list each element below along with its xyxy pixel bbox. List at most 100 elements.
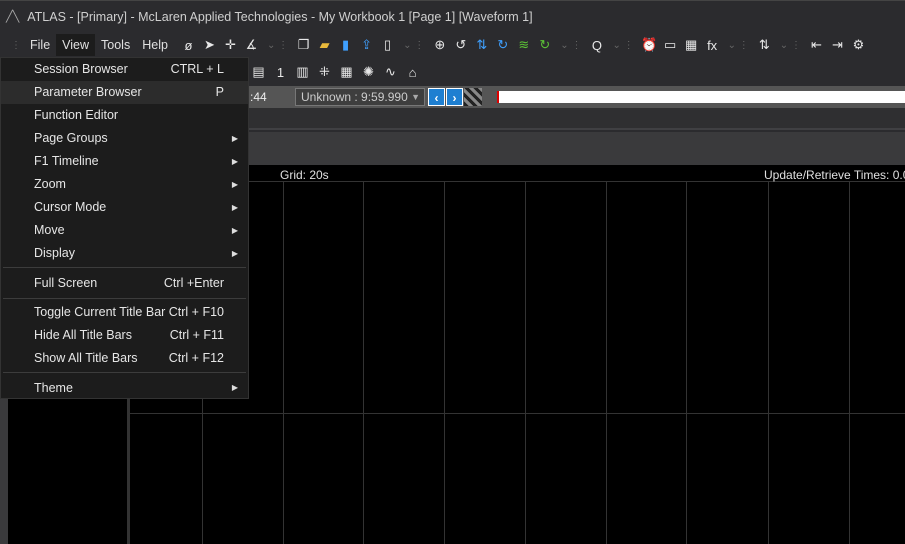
grid-label: Grid: 20s bbox=[280, 168, 329, 182]
submenu-arrow-icon: ▶ bbox=[231, 203, 238, 212]
redo-icon[interactable]: ↻ bbox=[494, 37, 511, 53]
toolbar-separator: ⌄ ⋮ bbox=[266, 39, 289, 51]
copy-page-icon[interactable]: ❐ bbox=[295, 37, 312, 53]
step-forward-icon[interactable]: ⇥ bbox=[829, 37, 846, 53]
swap-icon[interactable]: ⇅ bbox=[473, 37, 490, 53]
hide-icon[interactable]: ø bbox=[180, 38, 197, 53]
secondary-toolbar: ▤ 1 ▥ ⁜ ▦ ✺ ∿ ⌂ bbox=[250, 60, 421, 84]
line-chart-icon[interactable]: ∿ bbox=[382, 64, 399, 80]
submenu-arrow-icon: ▶ bbox=[231, 383, 238, 392]
waveform-icon[interactable]: ≋ bbox=[515, 37, 532, 53]
menu-item-shortcut: CTRL + L bbox=[170, 62, 224, 76]
window-title: ATLAS - [Primary] - McLaren Applied Tech… bbox=[27, 9, 533, 24]
menu-item-label: Display bbox=[34, 246, 75, 260]
query-icon[interactable]: Q bbox=[588, 38, 605, 53]
menu-item-label: Hide All Title Bars bbox=[34, 328, 132, 342]
pattern-toggle-button[interactable] bbox=[464, 88, 482, 106]
timeline-track[interactable] bbox=[497, 91, 905, 103]
menu-separator bbox=[3, 267, 246, 268]
menu-item-page-groups[interactable]: Page Groups ▶ bbox=[1, 127, 248, 150]
menu-bar: ⋮ File View Tools Help ø ➤ ✛ ∡ ⌄ ⋮ ❐ ▰ ▮ ⇪ ▯ ⌄ ⋮ ⊕ ↺… bbox=[0, 32, 905, 58]
menu-item-shortcut: Ctrl + F12 bbox=[168, 351, 224, 365]
grid-line-vertical bbox=[849, 182, 850, 544]
submenu-arrow-icon: ▶ bbox=[231, 249, 238, 258]
calendar-icon[interactable]: ▥ bbox=[294, 64, 311, 80]
database-icon[interactable]: ▭ bbox=[662, 37, 679, 53]
undo-icon[interactable]: ↺ bbox=[452, 37, 469, 53]
menu-item-theme[interactable]: Theme ▶ bbox=[1, 375, 248, 401]
main-toolbar: ø ➤ ✛ ∡ ⌄ ⋮ ❐ ▰ ▮ ⇪ ▯ ⌄ ⋮ ⊕ ↺ ⇅ ↻ ≋ ↻ ⌄ ⋮ Q ⌄ ⋮ ⏰ ▭ ▦ fx ⌄ ⋮ ⇅ ⌄ ⋮… bbox=[180, 37, 867, 53]
menu-help[interactable]: Help bbox=[136, 34, 174, 56]
pointer-icon[interactable]: ➤ bbox=[201, 37, 218, 53]
toolbar-separator: ⌄ ⋮ bbox=[779, 39, 801, 51]
toolbar-separator: ⌄ ⋮ bbox=[612, 39, 634, 51]
menu-item-f1-timeline[interactable]: F1 Timeline ▶ bbox=[1, 150, 248, 173]
calculator-icon[interactable]: ▦ bbox=[683, 37, 700, 53]
menu-item-function-editor[interactable]: Function Editor bbox=[1, 104, 248, 127]
next-button[interactable]: › bbox=[446, 88, 463, 106]
measure-icon[interactable]: ∡ bbox=[243, 37, 260, 53]
menu-view[interactable]: View bbox=[56, 34, 96, 56]
menu-item-hide-all-title-bars[interactable]: Hide All Title Bars Ctrl + F11 bbox=[1, 324, 248, 347]
grid-line-horizontal bbox=[130, 413, 905, 414]
menu-item-shortcut: P bbox=[215, 85, 224, 99]
menu-item-label: Full Screen bbox=[34, 276, 98, 290]
menu-item-parameter-browser[interactable]: Parameter Browser P bbox=[1, 81, 248, 104]
grid-line-vertical bbox=[444, 182, 445, 544]
menu-item-full-screen[interactable]: Full Screen Ctrl +Enter bbox=[1, 270, 248, 296]
toolbar-separator: ⌄ ⋮ bbox=[727, 39, 749, 51]
new-page-icon[interactable]: ▯ bbox=[379, 37, 396, 53]
crosshair-icon[interactable]: ✛ bbox=[222, 37, 239, 53]
menu-item-toggle-current-title-bar[interactable]: Toggle Current Title Bar Ctrl + F10 bbox=[1, 301, 248, 324]
refresh-icon[interactable]: ↻ bbox=[536, 37, 553, 53]
menu-item-display[interactable]: Display ▶ bbox=[1, 242, 248, 265]
scatter-icon[interactable]: ⁜ bbox=[316, 64, 333, 80]
menu-item-label: Parameter Browser bbox=[34, 85, 142, 99]
submenu-arrow-icon: ▶ bbox=[231, 157, 238, 166]
menu-item-shortcut: Ctrl + F11 bbox=[169, 328, 224, 342]
menu-item-label: F1 Timeline bbox=[34, 154, 99, 168]
menu-item-shortcut: Ctrl +Enter bbox=[163, 276, 224, 290]
menu-item-cursor-mode[interactable]: Cursor Mode ▶ bbox=[1, 196, 248, 219]
page-one-icon[interactable]: 1 bbox=[272, 65, 289, 80]
menu-item-label: Zoom bbox=[34, 177, 66, 191]
function-icon[interactable]: fx bbox=[704, 38, 721, 53]
home-icon[interactable]: ⌂ bbox=[404, 65, 421, 80]
radar-icon[interactable]: ✺ bbox=[360, 64, 377, 80]
update-times-label: Update/Retrieve Times: 0.0 bbox=[764, 168, 905, 182]
toolbar-separator: ⌄ ⋮ bbox=[560, 39, 582, 51]
grid-line-vertical bbox=[686, 182, 687, 544]
clipboard-icon[interactable]: ▤ bbox=[250, 64, 267, 80]
submenu-arrow-icon: ▶ bbox=[231, 180, 238, 189]
menu-item-session-browser[interactable]: Session Browser CTRL + L bbox=[1, 58, 248, 81]
submenu-arrow-icon: ▶ bbox=[231, 134, 238, 143]
open-folder-icon[interactable]: ▰ bbox=[316, 37, 333, 53]
grid-line-vertical bbox=[525, 182, 526, 544]
menu-item-label: Show All Title Bars bbox=[34, 351, 138, 365]
export-icon[interactable]: ⇪ bbox=[358, 37, 375, 53]
table-icon[interactable]: ▦ bbox=[338, 64, 355, 80]
menu-item-show-all-title-bars[interactable]: Show All Title Bars Ctrl + F12 bbox=[1, 347, 248, 370]
menu-item-zoom[interactable]: Zoom ▶ bbox=[1, 173, 248, 196]
sort-icon[interactable]: ⇅ bbox=[756, 37, 773, 53]
menu-item-shortcut: Ctrl + F10 bbox=[168, 305, 224, 319]
session-dropdown[interactable]: Unknown : 9:59.990 ▼ bbox=[295, 88, 425, 106]
time-readout: :44 bbox=[250, 90, 267, 104]
menu-item-label: Cursor Mode bbox=[34, 200, 107, 214]
settings-icon[interactable]: ⚙ bbox=[850, 37, 867, 53]
previous-button[interactable]: ‹ bbox=[428, 88, 445, 106]
menu-item-move[interactable]: Move ▶ bbox=[1, 219, 248, 242]
menu-item-label: Function Editor bbox=[34, 108, 119, 122]
grid-line-vertical bbox=[363, 182, 364, 544]
grid-line-vertical bbox=[768, 182, 769, 544]
zoom-in-icon[interactable]: ⊕ bbox=[431, 37, 448, 53]
menu-item-label: Theme bbox=[34, 381, 73, 395]
alarm-icon[interactable]: ⏰ bbox=[641, 37, 658, 53]
menu-tools[interactable]: Tools bbox=[95, 34, 136, 56]
save-icon[interactable]: ▮ bbox=[337, 37, 354, 53]
menu-file[interactable]: File bbox=[24, 34, 56, 56]
grip: ⋮ bbox=[11, 39, 21, 51]
grid-line-vertical bbox=[606, 182, 607, 544]
step-back-icon[interactable]: ⇤ bbox=[808, 37, 825, 53]
menu-item-label: Session Browser bbox=[34, 62, 128, 76]
